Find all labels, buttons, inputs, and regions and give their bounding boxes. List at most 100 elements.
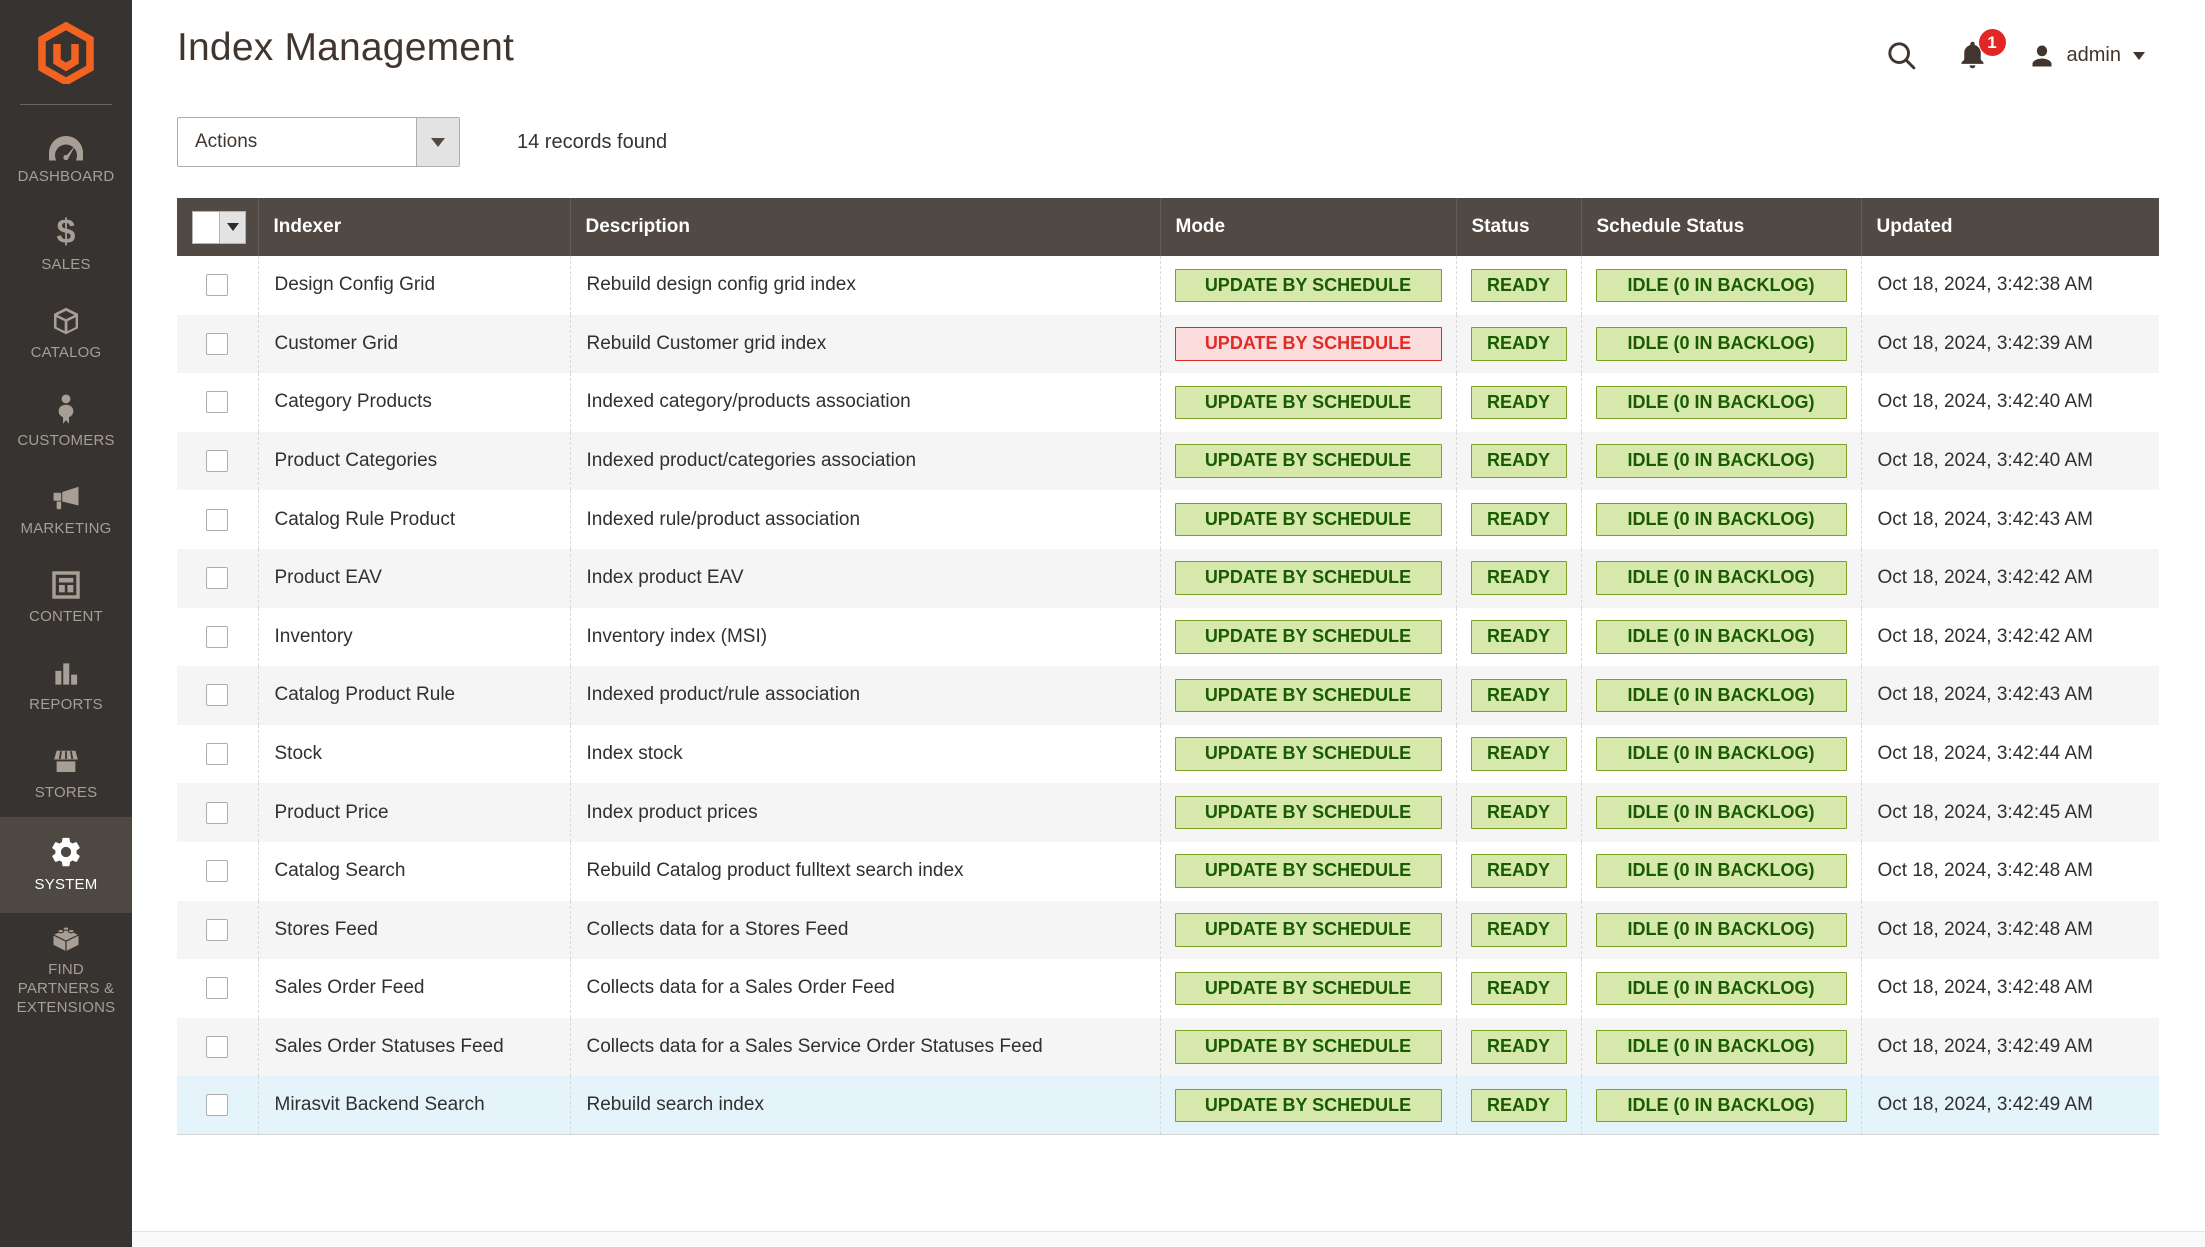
description-cell: Rebuild design config grid index [569, 256, 1160, 315]
row-checkbox-cell [177, 548, 258, 608]
table-row: Sales Order Statuses Feed Collects data f… [177, 1017, 2159, 1077]
table-row: Customer Grid Rebuild Customer grid index… [177, 314, 2159, 374]
row-checkbox[interactable] [206, 508, 229, 531]
row-checkbox-cell [177, 1017, 258, 1077]
row-checkbox-cell [177, 666, 258, 725]
row-checkbox[interactable] [206, 684, 229, 707]
status-badge: READY [1470, 327, 1567, 361]
status-badge: READY [1470, 502, 1567, 537]
description-cell: Indexed category/products association [569, 373, 1160, 432]
sidebar-item-system[interactable]: SYSTEM [0, 817, 132, 913]
indexer-cell: Mirasvit Backend Search [257, 1076, 570, 1136]
indexer-cell: Design Config Grid [257, 256, 570, 315]
sidebar-item-stores[interactable]: STORES [0, 729, 132, 817]
row-checkbox[interactable] [206, 918, 229, 941]
marketing-icon [50, 479, 82, 513]
select-all-header[interactable] [177, 198, 258, 256]
row-checkbox[interactable] [206, 332, 229, 355]
row-checkbox[interactable] [206, 1094, 229, 1117]
search-icon[interactable] [1885, 39, 1918, 72]
footer-strip [132, 1231, 2205, 1247]
sidebar-item-dashboard[interactable]: DASHBOARD [0, 113, 132, 201]
select-all-checkbox[interactable] [193, 211, 220, 243]
status-badge-cell: READY [1455, 900, 1581, 960]
column-header-mode[interactable]: Mode [1159, 198, 1456, 256]
sidebar-divider [20, 104, 112, 105]
column-header-indexer[interactable]: Indexer [257, 198, 570, 256]
row-checkbox[interactable] [206, 801, 229, 824]
mode-badge: UPDATE BY SCHEDULE [1174, 971, 1442, 1006]
status-badge-cell: READY [1455, 431, 1581, 491]
row-checkbox[interactable] [206, 860, 229, 883]
actions-dropdown-label: Actions [195, 131, 258, 152]
description-cell: Rebuild search index [569, 1076, 1160, 1136]
select-all-dropdown[interactable] [220, 212, 245, 243]
chevron-down-icon [2133, 51, 2145, 60]
row-checkbox[interactable] [206, 450, 229, 473]
table-row: Product Categories Indexed product/catego… [177, 431, 2159, 491]
status-badge: READY [1470, 444, 1567, 478]
user-avatar-icon [2032, 45, 2052, 66]
content-icon [50, 567, 82, 601]
status-badge: READY [1470, 678, 1567, 713]
status-badge: READY [1470, 268, 1567, 303]
table-row: Design Config Grid Rebuild design config … [177, 256, 2159, 315]
description-cell: Inventory index (MSI) [569, 607, 1160, 667]
column-header-description[interactable]: Description [569, 198, 1160, 256]
status-badge: READY [1470, 620, 1567, 654]
row-checkbox[interactable] [206, 274, 229, 297]
select-all-control[interactable] [192, 210, 246, 244]
sidebar-item-find-partners-extensions[interactable]: FIND PARTNERS & EXTENSIONS [0, 913, 132, 1025]
indexer-cell: Stores Feed [257, 900, 570, 960]
mode-badge-cell: UPDATE BY SCHEDULE [1159, 1076, 1456, 1136]
sidebar-item-catalog[interactable]: CATALOG [0, 289, 132, 377]
schedule-status-badge: IDLE (0 IN BACKLOG) [1595, 502, 1847, 537]
sidebar-item-sales[interactable]: $ SALES [0, 201, 132, 289]
schedule-status-badge: IDLE (0 IN BACKLOG) [1595, 1030, 1847, 1064]
sidebar-item-marketing[interactable]: MARKETING [0, 465, 132, 553]
updated-cell: Oct 18, 2024, 3:42:42 AM [1860, 607, 2159, 667]
row-checkbox[interactable] [206, 391, 229, 414]
column-header-updated[interactable]: Updated [1860, 198, 2159, 256]
schedule-status-badge-cell: IDLE (0 IN BACKLOG) [1580, 1017, 1861, 1077]
updated-cell: Oct 18, 2024, 3:42:44 AM [1860, 724, 2159, 784]
status-badge-cell: READY [1455, 1017, 1581, 1077]
updated-cell: Oct 18, 2024, 3:42:42 AM [1860, 548, 2159, 608]
indexer-cell: Catalog Rule Product [257, 490, 570, 549]
table-row: Product Price Index product prices UPDATE … [177, 783, 2159, 842]
row-checkbox[interactable] [206, 743, 229, 766]
indexer-cell: Stock [257, 724, 570, 784]
column-header-schedule-status[interactable]: Schedule Status [1580, 198, 1861, 256]
actions-dropdown-arrow[interactable] [416, 118, 459, 166]
mode-badge: UPDATE BY SCHEDULE [1174, 561, 1442, 596]
status-badge: READY [1470, 854, 1567, 889]
status-badge: READY [1470, 561, 1567, 596]
row-checkbox-cell [177, 959, 258, 1018]
status-badge: READY [1470, 737, 1567, 771]
mode-badge-cell: UPDATE BY SCHEDULE [1159, 607, 1456, 667]
schedule-status-badge: IDLE (0 IN BACKLOG) [1595, 268, 1847, 303]
description-cell: Collects data for a Sales Order Feed [569, 959, 1160, 1018]
updated-cell: Oct 18, 2024, 3:42:49 AM [1860, 1076, 2159, 1136]
admin-menu[interactable]: admin [2027, 41, 2145, 71]
sidebar-item-customers[interactable]: CUSTOMERS [0, 377, 132, 465]
row-checkbox[interactable] [206, 1036, 229, 1058]
admin-username: admin [2066, 44, 2121, 66]
actions-dropdown[interactable]: Actions [177, 117, 460, 167]
system-icon [49, 835, 83, 869]
table-row: Product EAV Index product EAV UPDATE BY SC… [177, 548, 2159, 608]
status-badge-cell: READY [1455, 490, 1581, 549]
row-checkbox[interactable] [206, 567, 229, 590]
status-badge: READY [1470, 795, 1567, 830]
table-row: Stock Index stock UPDATE BY SCHEDULE READY I… [177, 724, 2159, 784]
status-badge-cell: READY [1455, 548, 1581, 608]
magento-logo-icon[interactable] [0, 0, 132, 100]
column-header-status[interactable]: Status [1455, 198, 1581, 256]
row-checkbox[interactable] [206, 625, 229, 648]
chevron-down-icon [226, 223, 239, 231]
row-checkbox[interactable] [206, 977, 229, 1000]
sidebar-item-content[interactable]: CONTENT [0, 553, 132, 641]
sidebar-item-reports[interactable]: REPORTS [0, 641, 132, 729]
notifications-bell-icon[interactable]: 1 [1956, 29, 2006, 73]
row-checkbox-cell [177, 607, 258, 667]
